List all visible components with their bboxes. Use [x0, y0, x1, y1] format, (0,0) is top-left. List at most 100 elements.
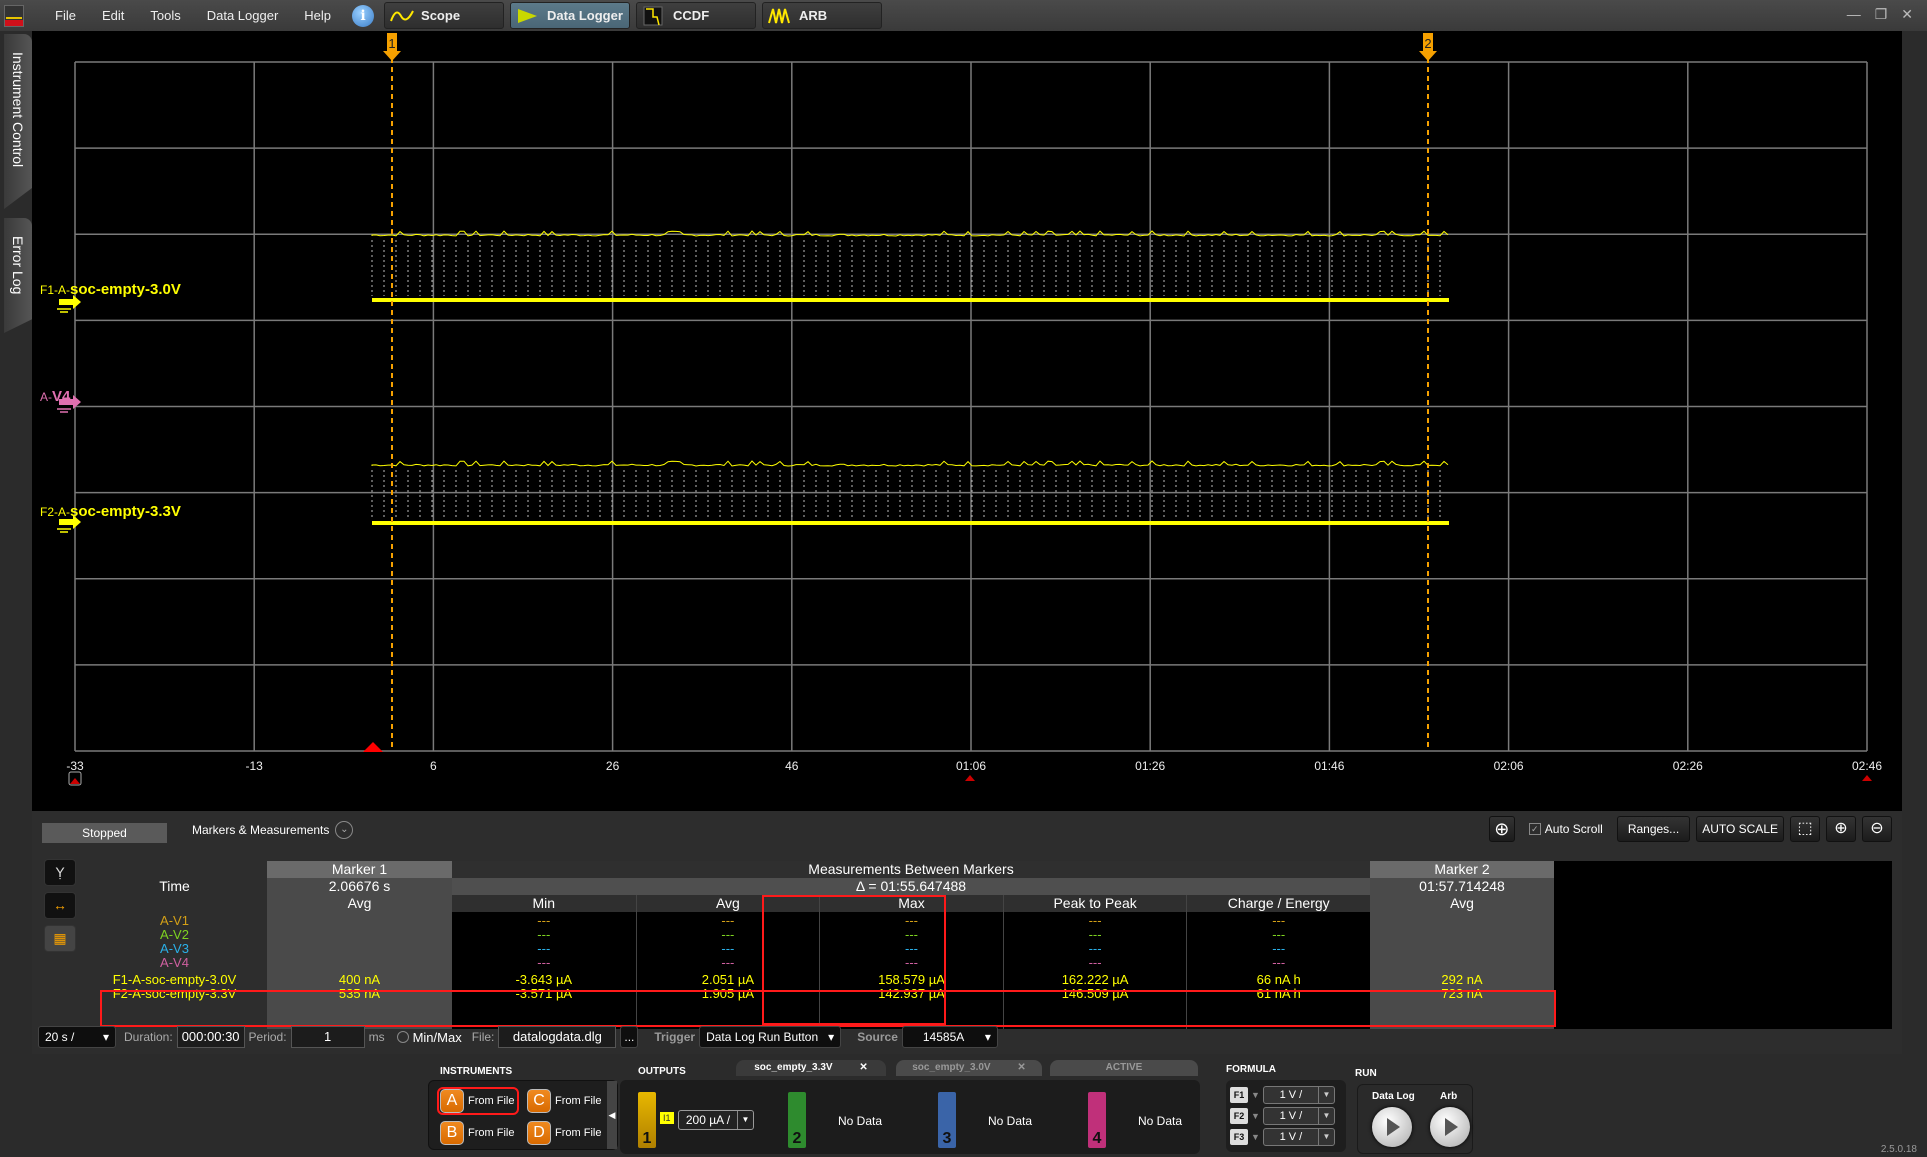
- output-tab-3v0[interactable]: soc_empty_3.0V ✕: [896, 1060, 1042, 1076]
- instrument-c[interactable]: C From File: [527, 1089, 601, 1113]
- column-charge: Charge / Energy --- --- --- --- 66 nA h 61 nA …: [1186, 895, 1370, 1029]
- plot-canvas[interactable]: 12: [32, 31, 1902, 811]
- zoom-region-icon[interactable]: ⬚: [1790, 816, 1820, 842]
- menu-tools[interactable]: Tools: [137, 8, 193, 23]
- formula-menu-arrow-icon[interactable]: ▼: [1251, 1111, 1260, 1121]
- formula-scale-select[interactable]: 1 V / ▼: [1262, 1086, 1335, 1104]
- instrument-b[interactable]: B From File: [440, 1121, 514, 1145]
- formula-scale-value: 1 V /: [1279, 1131, 1303, 1143]
- formula-badge[interactable]: F3: [1230, 1129, 1248, 1145]
- tab-data-logger[interactable]: Data Logger: [510, 2, 631, 29]
- channel-1-scale-select[interactable]: 200 µA / ▼: [678, 1110, 754, 1130]
- marker-1-arrow: [383, 51, 401, 61]
- formula-menu-arrow-icon[interactable]: ▼: [1251, 1090, 1260, 1100]
- close-icon[interactable]: ✕: [1901, 6, 1913, 23]
- file-input[interactable]: datalogdata.dlg: [498, 1026, 617, 1048]
- close-tab-icon[interactable]: ✕: [859, 1062, 867, 1073]
- zoom-in-icon[interactable]: ⊕: [1826, 816, 1856, 842]
- close-tab-icon[interactable]: ✕: [1017, 1062, 1025, 1073]
- auto-scale-button[interactable]: AUTO SCALE: [1696, 816, 1784, 842]
- menu-edit[interactable]: Edit: [89, 8, 137, 23]
- trace-label-f2-prefix: F2-A-: [40, 505, 70, 519]
- minimize-icon[interactable]: —: [1847, 6, 1861, 23]
- measurement-value: 142.937 µA: [878, 986, 945, 1001]
- side-tab-instrument-control[interactable]: Instrument Control: [4, 34, 32, 209]
- channel-2-status: No Data: [838, 1114, 883, 1128]
- menu-data-logger[interactable]: Data Logger: [194, 8, 292, 23]
- marker1-title: Marker 1: [267, 861, 452, 878]
- ccdf-icon: [643, 6, 663, 25]
- version-label: 2.5.0.18: [1880, 1144, 1917, 1155]
- collapse-instruments-icon[interactable]: ◀: [607, 1081, 617, 1149]
- menu-help[interactable]: Help: [291, 8, 344, 23]
- run-datalog-button[interactable]: [1372, 1107, 1412, 1147]
- between-delta: Δ = 01:55.647488: [452, 878, 1370, 895]
- axis-bookmark-icon: [70, 778, 80, 784]
- tab-scope[interactable]: Scope: [384, 2, 505, 29]
- measurement-value: ---: [1272, 955, 1286, 970]
- trace-label-f1[interactable]: F1-A-soc-empty-3.0V: [40, 281, 181, 298]
- marker-span-icon[interactable]: ↔: [44, 892, 76, 919]
- marker-2-arrow: [1419, 51, 1437, 61]
- side-tab-error-log-label: Error Log: [10, 236, 26, 295]
- channel-1-badge: I1: [660, 1112, 674, 1124]
- formula-row-f2: F2 ▼ 1 V / ▼: [1230, 1107, 1335, 1125]
- row-label: A-V4: [160, 955, 189, 970]
- formula-row-f1: F1 ▼ 1 V / ▼: [1230, 1086, 1335, 1104]
- measurement-value: 1.905 µA: [701, 986, 755, 1001]
- run-arb-button[interactable]: [1430, 1107, 1470, 1147]
- markers-measurements-toggle[interactable]: Markers & Measurements ⌄: [192, 821, 354, 839]
- zoom-out-icon[interactable]: ⊖: [1862, 816, 1892, 842]
- formula-scale-select[interactable]: 1 V / ▼: [1262, 1128, 1335, 1146]
- instrument-d[interactable]: D From File: [527, 1121, 601, 1145]
- menu-file[interactable]: File: [42, 8, 89, 23]
- channel-3-bar[interactable]: 3: [938, 1092, 956, 1148]
- channel-1-bar[interactable]: 1: [638, 1092, 656, 1148]
- timebase-select[interactable]: 20 s / ▾: [38, 1026, 116, 1048]
- formula-scale-value: 1 V /: [1279, 1089, 1303, 1101]
- trace-label-v4[interactable]: A-V4: [40, 388, 70, 405]
- info-icon[interactable]: i: [352, 4, 375, 27]
- tab-ccdf[interactable]: CCDF: [636, 2, 757, 29]
- instrument-a[interactable]: A From File: [437, 1087, 520, 1115]
- column-header-p2p: Peak to Peak: [1003, 895, 1187, 912]
- auto-scroll-checkbox[interactable]: ✓ Auto Scroll: [1528, 822, 1603, 836]
- waveform-plot[interactable]: 12 F1-A-soc-empty-3.0V A-V4 F2-A-soc-emp…: [32, 31, 1902, 840]
- output-tab-3v3[interactable]: soc_empty_3.3V ✕: [736, 1060, 886, 1076]
- chevron-down-icon[interactable]: ⌄: [335, 821, 354, 839]
- channel-4-status: No Data: [1138, 1114, 1183, 1128]
- source-select[interactable]: 14585A ▾: [901, 1026, 998, 1048]
- tab-ccdf-label: CCDF: [673, 8, 710, 23]
- duration-input[interactable]: 000:00:30: [176, 1026, 245, 1048]
- channel-4-bar[interactable]: 4: [1088, 1092, 1106, 1148]
- app-window: File Edit Tools Data Logger Help i Scope…: [0, 0, 1927, 1157]
- checkbox-checked-icon[interactable]: ✓: [1528, 823, 1541, 835]
- output-tab-active[interactable]: ACTIVE: [1050, 1060, 1198, 1076]
- formula-scale-select[interactable]: 1 V / ▼: [1262, 1107, 1335, 1125]
- period-input[interactable]: 1: [290, 1026, 365, 1048]
- measurement-value: 146.509 µA: [1061, 986, 1129, 1001]
- measurement-value: ---: [904, 955, 918, 970]
- formula-badge[interactable]: F1: [1230, 1087, 1248, 1103]
- trigger-select[interactable]: Data Log Run Button ▾: [699, 1026, 842, 1048]
- x-axis-tick-label: 26: [605, 759, 620, 773]
- trace-label-f2[interactable]: F2-A-soc-empty-3.3V: [40, 503, 181, 520]
- measurement-value: ---: [1088, 955, 1102, 970]
- formula-badge[interactable]: F2: [1230, 1108, 1248, 1124]
- browse-file-button[interactable]: ...: [620, 1026, 639, 1048]
- minmax-checkbox[interactable]: [396, 1031, 409, 1043]
- side-tab-error-log[interactable]: Error Log: [4, 218, 32, 333]
- ranges-button[interactable]: Ranges...: [1616, 816, 1691, 842]
- datalogger-icon: [518, 8, 538, 23]
- row-label: F2-A-soc-empty-3.3V: [112, 986, 237, 1001]
- markers-measurements-label: Markers & Measurements: [192, 823, 330, 837]
- source-value: 14585A: [922, 1030, 965, 1044]
- tab-arb[interactable]: ARB: [762, 2, 883, 29]
- grid-markers-icon[interactable]: ▦: [44, 925, 76, 952]
- probe-tool-icon[interactable]: Ỵ: [44, 859, 76, 886]
- crosshair-icon[interactable]: ⊕: [1488, 816, 1515, 842]
- formula-menu-arrow-icon[interactable]: ▼: [1251, 1132, 1260, 1142]
- restore-icon[interactable]: ❐: [1875, 6, 1888, 23]
- channel-1-scale: 200 µA /: [685, 1113, 731, 1127]
- channel-2-bar[interactable]: 2: [788, 1092, 806, 1148]
